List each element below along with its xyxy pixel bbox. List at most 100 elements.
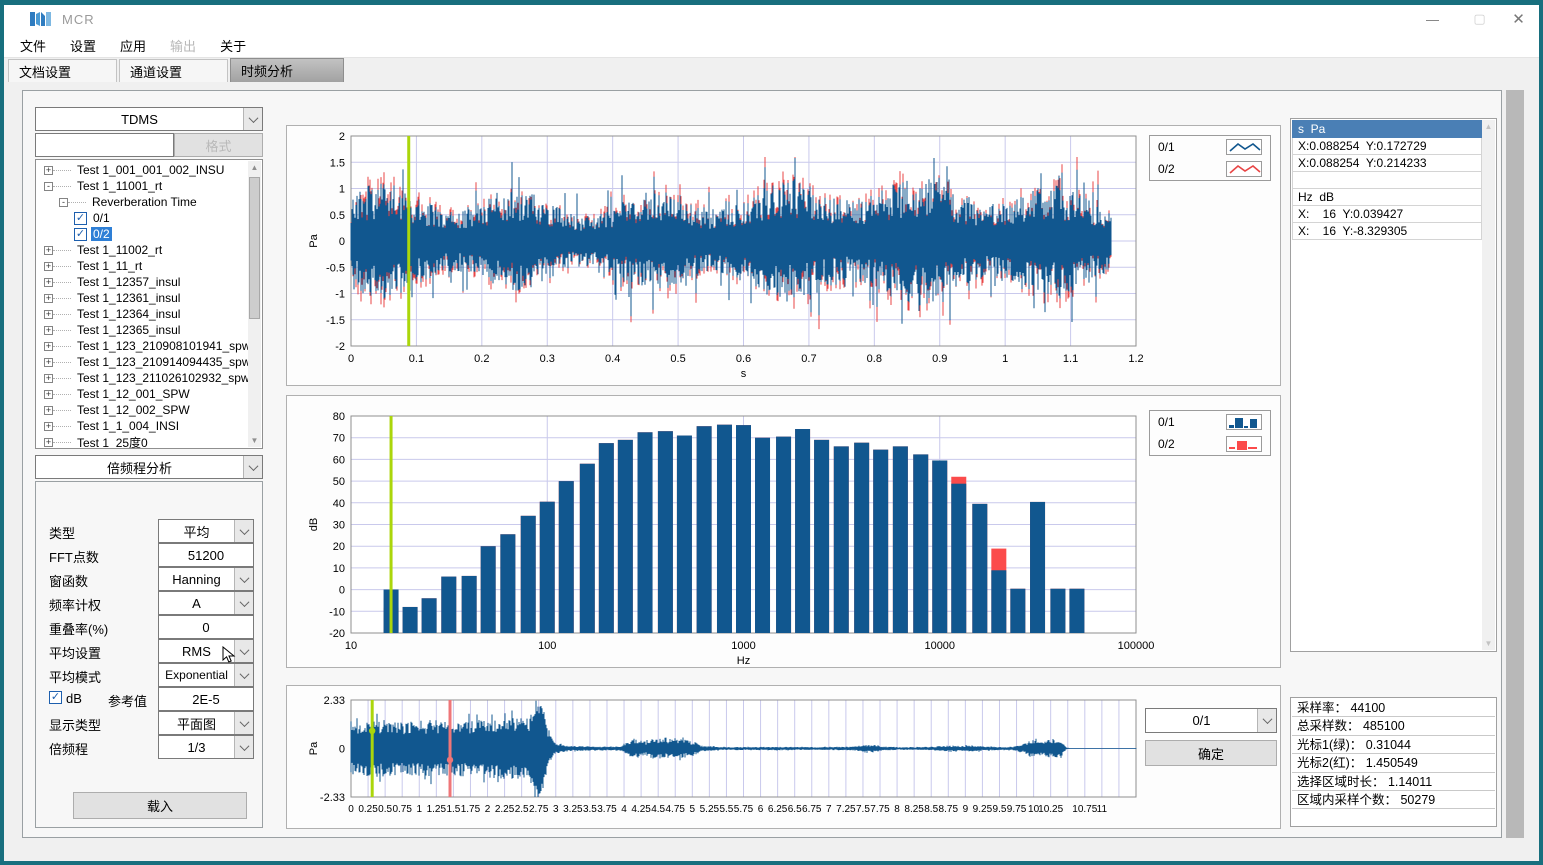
form-select-9[interactable]: 1/3 <box>158 735 254 759</box>
expand-icon[interactable]: + <box>44 278 53 287</box>
expand-icon[interactable]: + <box>44 326 53 335</box>
chevron-down-icon[interactable] <box>234 568 253 590</box>
tree-item-label[interactable]: Test 1_12_002_SPW <box>77 403 190 417</box>
collapse-icon[interactable]: - <box>44 182 53 191</box>
tree-item-label[interactable]: Test 1_12357_insul <box>77 275 180 289</box>
chevron-down-icon[interactable] <box>243 456 262 478</box>
load-button[interactable]: 载入 <box>73 792 247 819</box>
legend-row[interactable]: 0/2 <box>1150 433 1270 455</box>
expand-icon[interactable]: + <box>44 358 53 367</box>
tree-item-label[interactable]: Test 1_001_001_002_INSU <box>77 163 224 177</box>
expand-icon[interactable]: + <box>44 166 53 175</box>
expand-icon[interactable]: + <box>44 246 53 255</box>
tree-item[interactable]: - Test 1_11001_rt <box>36 178 248 194</box>
tab-1[interactable]: 通道设置 <box>119 59 228 82</box>
tree-item-label[interactable]: Test 1_12_001_SPW <box>77 387 190 401</box>
tree-item-label[interactable]: Test 1_123_210914094435_spw <box>77 355 250 369</box>
chevron-down-icon[interactable] <box>234 640 253 662</box>
expand-icon[interactable]: + <box>44 310 53 319</box>
legend-row[interactable]: 0/1 <box>1150 136 1270 158</box>
db-checkbox[interactable]: ✓ <box>49 691 62 704</box>
expand-icon[interactable]: + <box>44 342 53 351</box>
file-filter-input[interactable] <box>35 133 174 157</box>
chevron-down-icon[interactable] <box>234 712 253 734</box>
tree-item[interactable]: ✓ 0/1 <box>36 210 248 226</box>
tree-item-label[interactable]: 0/1 <box>93 211 110 225</box>
form-input-1[interactable]: 51200 <box>158 543 254 567</box>
cursor-list-row[interactable]: X: 16 Y:-8.329305 <box>1292 223 1482 240</box>
cursor-list-row[interactable]: X:0.088254 Y:0.172729 <box>1292 138 1482 155</box>
analysis-type-select[interactable]: 倍频程分析 <box>35 455 263 479</box>
chevron-down-icon[interactable] <box>243 108 262 130</box>
menu-item-4[interactable]: 关于 <box>220 36 246 55</box>
tree-item[interactable]: + Test 1_12_001_SPW <box>36 386 248 402</box>
tree-item-label[interactable]: Test 1_11002_rt <box>77 243 162 257</box>
scroll-down-icon[interactable]: ▼ <box>1482 637 1495 650</box>
channel-select[interactable]: 0/1 <box>1145 708 1277 733</box>
legend-row[interactable]: 0/1 <box>1150 411 1270 433</box>
chevron-down-icon[interactable] <box>234 592 253 614</box>
form-select-8[interactable]: 平面图 <box>158 711 254 735</box>
tree-item[interactable]: + Test 1_001_001_002_INSU <box>36 162 248 178</box>
expand-icon[interactable]: + <box>44 390 53 399</box>
tree-item[interactable]: +Test 1_1_004_INSI <box>36 418 248 434</box>
tree-item[interactable]: + Test 1_11002_rt <box>36 242 248 258</box>
channel-checkbox[interactable]: ✓ <box>74 212 87 225</box>
chevron-down-icon[interactable] <box>234 736 253 758</box>
tab-0[interactable]: 文档设置 <box>8 59 117 82</box>
confirm-button[interactable]: 确定 <box>1145 740 1277 766</box>
tree-item[interactable]: + Test 1_123_210914094435_spw <box>36 354 248 370</box>
cursor-list-row[interactable]: Hz dB <box>1292 189 1482 206</box>
tree-item[interactable]: ✓0/2 <box>36 226 248 242</box>
form-input-4[interactable]: 0 <box>158 615 254 639</box>
chevron-down-icon[interactable] <box>234 664 253 686</box>
scroll-up-icon[interactable]: ▲ <box>248 161 261 174</box>
octave-spectrum-chart[interactable]: -20-100102030405060708010100100010000100… <box>287 396 1280 667</box>
expand-icon[interactable]: + <box>44 262 53 271</box>
channel-checkbox[interactable]: ✓ <box>74 228 87 241</box>
tree-item-label[interactable]: Test 1_123_210908101941_spw <box>77 339 250 353</box>
tree-item-label[interactable]: Reverberation Time <box>92 195 197 209</box>
chevron-down-icon[interactable] <box>234 520 253 542</box>
form-input-7[interactable]: 2E-5 <box>158 687 254 711</box>
scroll-up-icon[interactable]: ▲ <box>1482 120 1495 133</box>
legend-row[interactable]: 0/2 <box>1150 158 1270 180</box>
cursor-list-header[interactable]: s Pa <box>1292 120 1482 138</box>
cursor-list-row[interactable]: X:0.088254 Y:0.214233 <box>1292 155 1482 172</box>
tree-item-label[interactable]: Test 1_123_211026102932_spw <box>77 371 250 385</box>
tree-item[interactable]: - Reverberation Time <box>36 194 248 210</box>
tree-item[interactable]: + Test 1_123_210908101941_spw <box>36 338 248 354</box>
tree-item-label[interactable]: Test 1_11001_rt <box>77 179 162 193</box>
collapse-icon[interactable]: - <box>59 198 68 207</box>
tree-item[interactable]: + Test 1_12364_insul <box>36 306 248 322</box>
form-select-0[interactable]: 平均 <box>158 519 254 543</box>
tree-item[interactable]: + Test 1_12361_insul <box>36 290 248 306</box>
expand-icon[interactable]: + <box>44 406 53 415</box>
file-format-select[interactable]: TDMS <box>35 107 263 131</box>
form-select-5[interactable]: RMS <box>158 639 254 663</box>
menu-item-0[interactable]: 文件 <box>20 36 46 55</box>
tree-item-label[interactable]: Test 1_11_rt <box>77 259 142 273</box>
minimize-button[interactable]: — <box>1410 5 1455 33</box>
tree-scrollbar-thumb[interactable] <box>249 177 260 319</box>
form-select-2[interactable]: Hanning <box>158 567 254 591</box>
tree-item-label[interactable]: Test 1_12364_insul <box>77 307 180 321</box>
tab-2[interactable]: 时频分析 <box>230 58 344 82</box>
expand-icon[interactable]: + <box>44 294 53 303</box>
expand-icon[interactable]: + <box>44 422 53 431</box>
format-button[interactable]: 格式 <box>174 133 263 157</box>
tree-item-label[interactable]: Test 1_25度0 <box>77 434 148 450</box>
tree-item[interactable]: + Test 1_12_002_SPW <box>36 402 248 418</box>
form-select-3[interactable]: A <box>158 591 254 615</box>
tree-item-label[interactable]: Test 1_12361_insul <box>77 291 180 305</box>
menu-item-2[interactable]: 应用 <box>120 36 146 55</box>
overview-waveform-chart[interactable]: 2.330-2.3300.250.50.7511.251.51.7522.252… <box>287 686 1280 828</box>
form-select-6[interactable]: Exponential <box>158 663 254 687</box>
tree-item[interactable]: +Test 1_25度0 <box>36 434 248 449</box>
close-button[interactable]: ✕ <box>1496 5 1541 33</box>
tree-item[interactable]: + Test 1_11_rt <box>36 258 248 274</box>
tree-item[interactable]: + Test 1_12357_insul <box>36 274 248 290</box>
list-scrollbar[interactable]: ▲ ▼ <box>1482 120 1495 650</box>
menu-item-1[interactable]: 设置 <box>70 36 96 55</box>
time-waveform-chart[interactable]: -2-1.5-1-0.500.511.5200.10.20.30.40.50.6… <box>287 126 1280 385</box>
